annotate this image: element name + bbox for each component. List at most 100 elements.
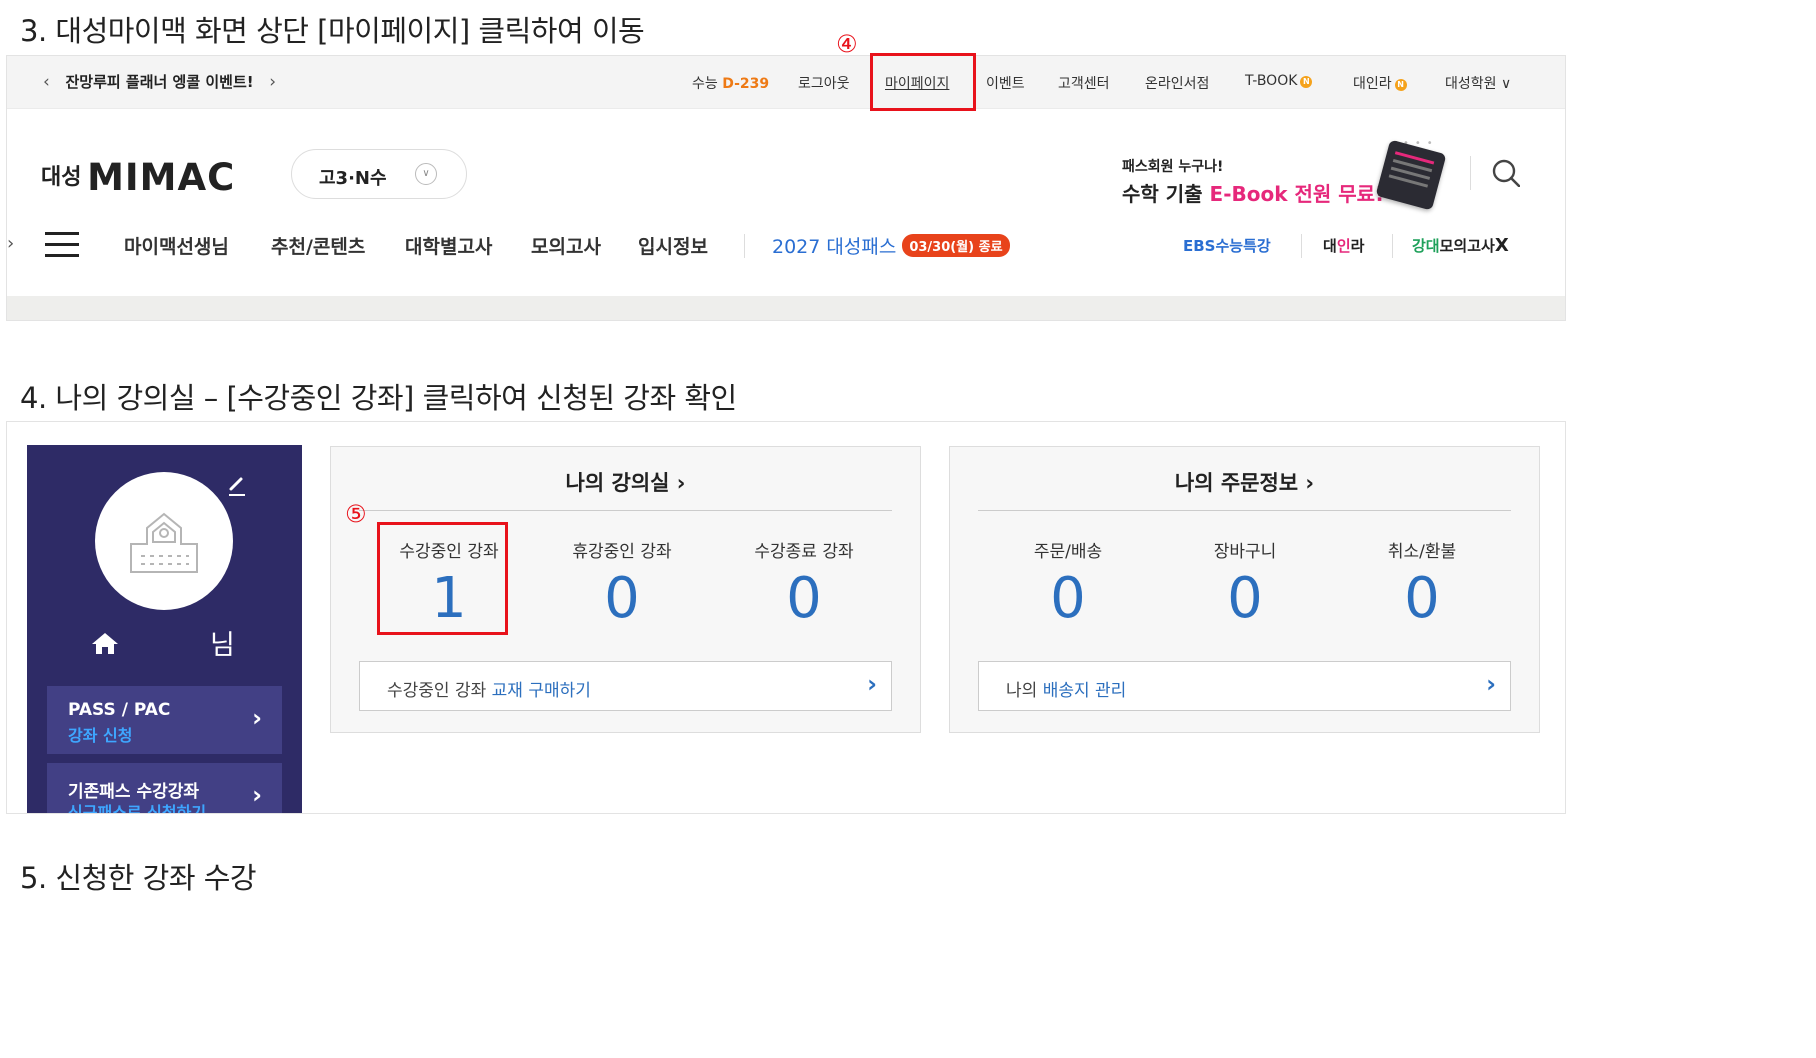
pass-deadline-badge: 03/30(월) 종료 xyxy=(902,234,1010,257)
stat-label: 휴강중인 강좌 xyxy=(572,542,672,562)
divider xyxy=(1470,156,1471,190)
my-order-title[interactable]: 나의 주문정보 › xyxy=(950,467,1539,497)
my-classroom-title[interactable]: 나의 강의실 › xyxy=(331,467,920,497)
avatar xyxy=(95,472,233,610)
logout-link[interactable]: 로그아웃 xyxy=(798,73,850,93)
tbook-label: T-BOOK xyxy=(1245,73,1298,89)
promo-banner[interactable]: ‹ 잔망루피 플래너 엥콜 이벤트! › xyxy=(43,71,276,92)
stat-value: 0 xyxy=(1227,566,1263,631)
school-building-icon xyxy=(130,512,198,573)
edit-pencil-icon[interactable] xyxy=(227,475,247,497)
grade-selector[interactable]: 고3·N수 ∨ xyxy=(291,149,467,199)
pass-label: 2027 대성패스 xyxy=(772,236,897,258)
hamburger-menu-icon[interactable] xyxy=(45,232,79,258)
stat-value: 0 xyxy=(1404,566,1440,631)
step4-heading: 4. 나의 강의실 – [수강중인 강좌] 클릭하여 신청된 강좌 확인 xyxy=(20,381,737,415)
event-link[interactable]: 이벤트 xyxy=(986,73,1025,93)
divider xyxy=(359,510,892,511)
gnb-item-mock-exam[interactable]: 모의고사 xyxy=(531,232,601,259)
link-blue: 교재 구매하기 xyxy=(491,681,591,701)
chevron-right-icon: › xyxy=(252,781,262,809)
promo-text[interactable]: 잔망루피 플래너 엥콜 이벤트! xyxy=(65,73,253,91)
my-classroom-screenshot: 님 PASS / PAC 강좌 신청 › 기존패스 수강강좌 신규패스로 신청하… xyxy=(6,421,1566,814)
quick-link-gangdae[interactable]: 강대모의고사X xyxy=(1412,235,1509,256)
step3-heading: 3. 대성마이맥 화면 상단 [마이페이지] 클릭하여 이동 xyxy=(20,14,645,48)
quick-link-dainra[interactable]: 대인라 xyxy=(1323,235,1364,256)
existing-pass-convert-button[interactable]: 기존패스 수강강좌 신규패스로 신청하기 › xyxy=(47,763,282,814)
customer-center-link[interactable]: 고객센터 xyxy=(1058,73,1110,93)
search-icon[interactable] xyxy=(1492,159,1520,187)
gnb-item-univ-exam[interactable]: 대학별고사 xyxy=(405,232,492,259)
stat-order-delivery[interactable]: 주문/배송 0 xyxy=(978,537,1158,630)
dainra-c: 라 xyxy=(1350,237,1365,255)
gnb-item-teachers[interactable]: 마이맥선생님 xyxy=(124,232,229,259)
stat-cancel-refund[interactable]: 취소/환불 0 xyxy=(1332,537,1512,630)
menu1-line1: PASS / PAC xyxy=(68,700,171,720)
stat-label: 수강종료 강좌 xyxy=(754,542,854,562)
divider xyxy=(1301,234,1302,258)
suneung-dday: 수능 D-239 xyxy=(692,73,769,93)
academy-label: 대성학원 xyxy=(1445,76,1497,92)
banner-line2: 수학 기출 E-Book 전원 무료! xyxy=(1122,178,1384,207)
chevron-right-icon: › xyxy=(252,704,262,732)
buy-textbook-link[interactable]: 수강중인 강좌 교재 구매하기 › xyxy=(359,661,892,711)
quick-link-ebs[interactable]: EBS수능특강 xyxy=(1183,235,1271,256)
profile-sidebar: 님 PASS / PAC 강좌 신청 › 기존패스 수강강좌 신규패스로 신청하… xyxy=(27,445,302,814)
gnb-item-contents[interactable]: 추천/콘텐츠 xyxy=(271,232,365,259)
academy-dropdown[interactable]: 대성학원 ∨ xyxy=(1445,73,1511,93)
banner-line2-c: 전원 무료! xyxy=(1287,182,1385,206)
home-icon[interactable] xyxy=(91,631,119,655)
gangdae-b: 모의고사 xyxy=(1439,237,1495,255)
new-badge-icon: N xyxy=(1300,76,1313,88)
promo-prev-icon[interactable]: ‹ xyxy=(43,72,50,92)
new-badge-icon: N xyxy=(1394,79,1407,91)
logo-en: MIMAC xyxy=(87,156,236,199)
user-name-suffix: 님 xyxy=(210,630,235,661)
pass-pac-apply-button[interactable]: PASS / PAC 강좌 신청 › xyxy=(47,686,282,754)
banner-line2-b: E-Book xyxy=(1209,182,1288,206)
chevron-down-icon: ∨ xyxy=(1500,76,1512,92)
step-marker-4: ④ xyxy=(836,30,858,58)
chevron-right-icon: › xyxy=(867,670,877,698)
stat-completed[interactable]: 수강종료 강좌 0 xyxy=(714,537,894,630)
buy-textbook-text: 수강중인 강좌 교재 구매하기 xyxy=(387,676,591,701)
stat-on-hold[interactable]: 휴강중인 강좌 0 xyxy=(532,537,712,630)
link-prefix: 수강중인 강좌 xyxy=(387,681,492,701)
gnb-left-arrow-icon[interactable]: › xyxy=(7,233,14,254)
chevron-down-icon: ∨ xyxy=(415,163,437,185)
gnb-item-pass[interactable]: 2027 대성패스 03/30(월) 종료 xyxy=(772,232,1010,259)
stat-cart[interactable]: 장바구니 0 xyxy=(1155,537,1335,630)
mimac-logo[interactable]: 대성 MIMAC xyxy=(41,156,235,199)
step5-heading: 5. 신청한 강좌 수강 xyxy=(20,861,257,895)
promo-next-icon[interactable]: › xyxy=(269,72,276,92)
stat-label: 취소/환불 xyxy=(1387,542,1457,562)
mypage-highlight-box xyxy=(870,53,976,111)
dainra-b: 인 xyxy=(1336,237,1351,255)
site-header-screenshot: ‹ 잔망루피 플래너 엥콜 이벤트! › 수능 D-239 로그아웃 마이페이지… xyxy=(6,55,1566,321)
menu1-line2: 강좌 신청 xyxy=(68,726,133,745)
tablet-image xyxy=(1375,139,1447,211)
my-order-panel: 나의 주문정보 › 주문/배송 0 장바구니 0 취소/환불 0 나의 배송지 … xyxy=(949,446,1540,733)
chevron-right-icon: › xyxy=(1486,670,1496,698)
shipping-address-text: 나의 배송지 관리 xyxy=(1006,676,1126,701)
divider xyxy=(1392,234,1393,258)
stat-value: 0 xyxy=(786,566,822,631)
shipping-address-link[interactable]: 나의 배송지 관리 › xyxy=(978,661,1511,711)
suneung-label: 수능 xyxy=(692,76,718,92)
tbook-link[interactable]: T-BOOK N xyxy=(1245,73,1313,89)
banner-line1: 패스회원 누구나! xyxy=(1122,159,1224,175)
online-bookstore-link[interactable]: 온라인서점 xyxy=(1145,73,1209,93)
divider xyxy=(978,510,1511,511)
divider xyxy=(744,234,745,258)
banner-line2-a: 수학 기출 xyxy=(1122,182,1210,206)
gangdae-a: 강대 xyxy=(1412,237,1440,255)
grade-label: 고3·N수 xyxy=(319,168,387,189)
in-progress-highlight-box xyxy=(377,522,508,635)
menu2-line2: 신규패스로 신청하기 xyxy=(68,803,207,814)
stat-value: 0 xyxy=(604,566,640,631)
dainra-link[interactable]: 대인라 N xyxy=(1353,73,1407,93)
ebook-promo-banner[interactable]: 패스회원 누구나! 수학 기출 E-Book 전원 무료! xyxy=(1122,156,1384,207)
gnb-item-admission-info[interactable]: 입시정보 xyxy=(638,232,708,259)
logo-ko: 대성 xyxy=(41,165,82,190)
link-blue: 배송지 관리 xyxy=(1042,681,1127,701)
